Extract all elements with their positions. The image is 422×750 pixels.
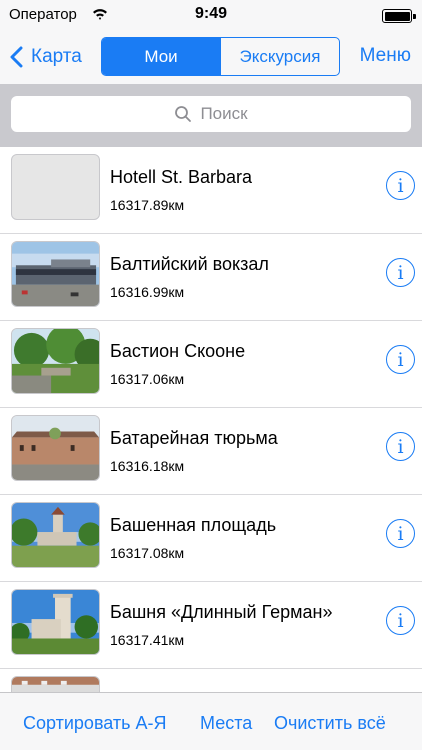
sort-button[interactable]: Сортировать А-Я <box>23 713 167 734</box>
list-item[interactable]: Башня «Длинный Герман» 16317.41км i <box>0 582 422 669</box>
list-item[interactable]: Башенная площадь 16317.08км i <box>0 495 422 582</box>
bottom-toolbar: Сортировать А-Я Места Очистить всё <box>0 692 422 750</box>
menu-button[interactable]: Меню <box>360 45 411 67</box>
item-title: Башня «Длинный Герман» <box>110 602 333 622</box>
clear-all-button[interactable]: Очистить всё <box>274 713 386 734</box>
chevron-left-icon <box>10 46 23 68</box>
back-button[interactable]: Карта <box>9 42 82 72</box>
item-title: Бастион Скооне <box>110 341 246 361</box>
park-thumbnail <box>11 328 100 394</box>
clock: 9:49 <box>194 5 228 22</box>
item-title: Балтийский вокзал <box>110 254 269 274</box>
list-item[interactable]: Hotell St. Barbara 16317.89км i <box>0 147 422 234</box>
places-button[interactable]: Места <box>200 713 252 734</box>
places-list: Hotell St. Barbara 16317.89км i Балтийск… <box>0 147 422 692</box>
item-distance: 16317.89км <box>110 197 185 213</box>
info-button[interactable]: i <box>386 606 415 635</box>
item-title: Hotell St. Barbara <box>110 167 253 187</box>
item-distance: 16317.08км <box>110 545 185 561</box>
station-thumbnail <box>11 241 100 307</box>
next-thumbnail <box>11 676 100 692</box>
item-title: Батарейная тюрьма <box>110 428 278 448</box>
item-title: Башенная площадь <box>110 515 277 535</box>
navigation-bar: Карта Мои Экскурсия Меню <box>0 30 422 84</box>
info-button[interactable]: i <box>386 171 415 200</box>
segment-mine[interactable]: Мои <box>102 38 220 75</box>
tower-thumbnail <box>11 589 100 655</box>
info-button[interactable]: i <box>386 519 415 548</box>
search-input[interactable]: Поиск <box>11 96 411 132</box>
segment-excursion[interactable]: Экскурсия <box>220 38 339 75</box>
thumbnail-placeholder <box>11 154 100 220</box>
item-distance: 16316.99км <box>110 284 185 300</box>
info-button[interactable]: i <box>386 432 415 461</box>
search-bar: Поиск <box>0 84 422 147</box>
status-bar: Оператор 9:49 <box>0 0 422 30</box>
battery-icon <box>382 9 416 23</box>
info-button[interactable]: i <box>386 345 415 374</box>
search-icon <box>175 106 192 122</box>
segmented-control: Мои Экскурсия <box>101 37 340 76</box>
back-label: Карта <box>31 46 82 67</box>
search-placeholder: Поиск <box>200 104 248 123</box>
item-distance: 16317.41км <box>110 632 185 648</box>
list-item[interactable]: Бастион Скооне 16317.06км i <box>0 321 422 408</box>
list-item[interactable]: Балтийский вокзал 16316.99км i <box>0 234 422 321</box>
item-distance: 16316.18км <box>110 458 185 474</box>
list-item[interactable] <box>0 669 422 692</box>
list-item[interactable]: Батарейная тюрьма 16316.18км i <box>0 408 422 495</box>
prison-thumbnail <box>11 415 100 481</box>
info-button[interactable]: i <box>386 258 415 287</box>
item-distance: 16317.06км <box>110 371 185 387</box>
towers-thumbnail <box>11 502 100 568</box>
